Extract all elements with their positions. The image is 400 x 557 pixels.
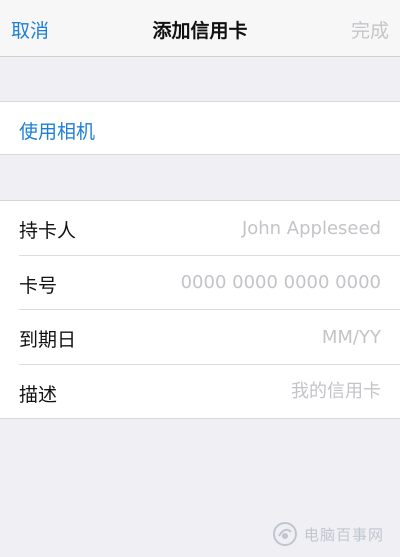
watermark: 电脑百事网	[272, 519, 384, 549]
expiry-label: 到期日	[19, 329, 77, 351]
cardholder-row: 持卡人	[0, 201, 400, 256]
description-input[interactable]	[121, 377, 381, 406]
description-row: 描述	[0, 365, 400, 420]
card-number-row: 卡号	[0, 256, 400, 311]
cardholder-input[interactable]	[121, 214, 381, 242]
card-number-input[interactable]	[121, 268, 381, 297]
watermark-logo-icon	[272, 522, 297, 546]
card-form: 持卡人 卡号 到期日 描述	[0, 200, 400, 419]
description-label: 描述	[19, 383, 58, 406]
expiry-input[interactable]	[121, 323, 381, 351]
use-camera-button[interactable]: 使用相机	[19, 117, 95, 144]
done-button[interactable]: 完成	[351, 16, 389, 43]
cardholder-label: 持卡人	[19, 220, 77, 242]
page-title: 添加信用卡	[152, 20, 248, 42]
camera-section: 使用相机	[0, 101, 400, 155]
navigation-bar: 取消 添加信用卡 完成	[0, 0, 400, 57]
watermark-text: 电脑百事网	[303, 525, 384, 544]
card-number-label: 卡号	[19, 274, 58, 297]
expiry-row: 到期日	[0, 310, 400, 365]
